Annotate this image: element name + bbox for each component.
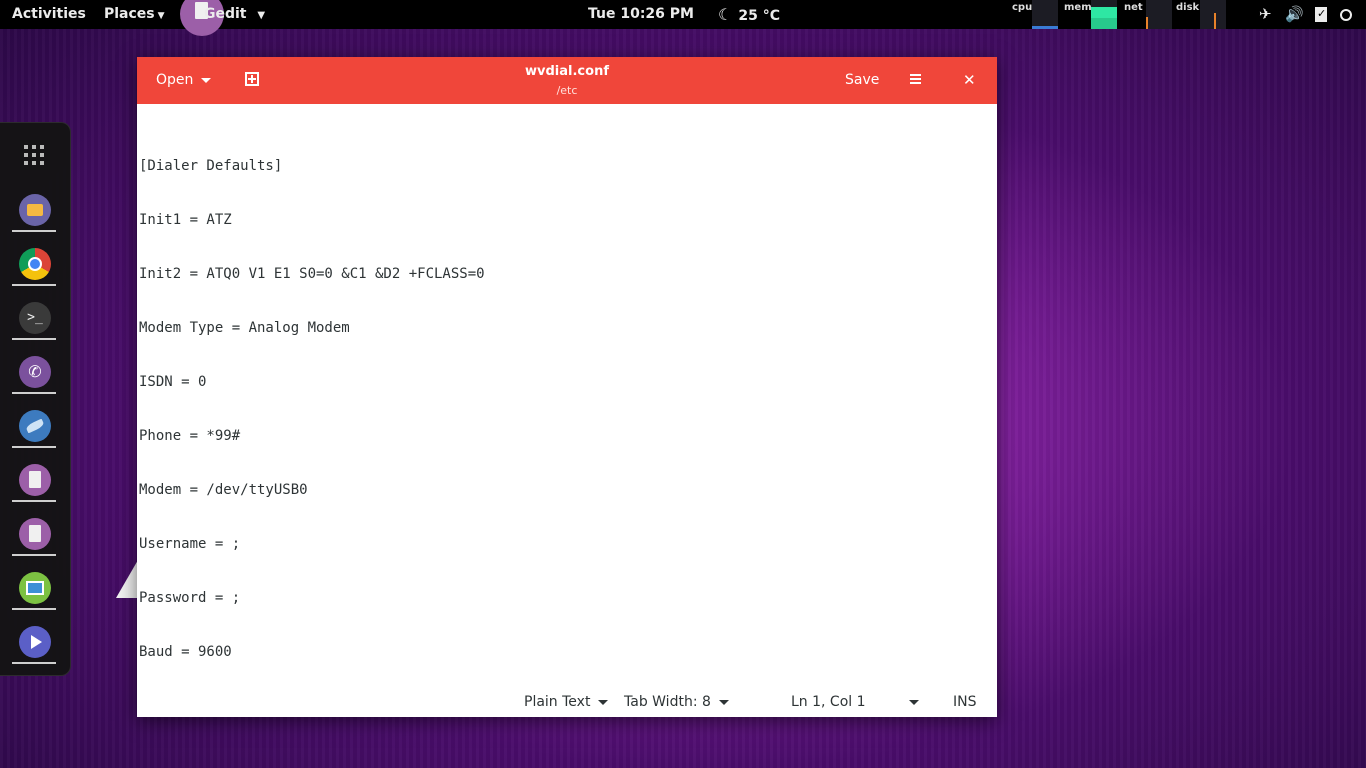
dock-separator xyxy=(12,608,56,610)
gedit-window: Open wvdial.conf /etc Save ✕ [Dialer Def… xyxy=(137,57,997,717)
viber-icon[interactable]: ✆ xyxy=(19,356,51,388)
editor-line: Init1 = ATZ xyxy=(139,212,232,228)
disk-monitor[interactable]: disk xyxy=(1176,0,1226,29)
editor-line: Init2 = ATQ0 V1 E1 S0=0 &C1 &D2 +FCLASS=… xyxy=(139,266,485,282)
language-selector[interactable]: Plain Text xyxy=(524,687,609,717)
header-bar: Open wvdial.conf /etc Save ✕ xyxy=(137,57,997,104)
editor-line: ISDN = 0 xyxy=(139,374,207,390)
chevron-down-icon xyxy=(909,700,919,705)
tab-width-selector[interactable]: Tab Width: 8 xyxy=(624,687,729,717)
text-editor[interactable]: [Dialer Defaults] Init1 = ATZ Init2 = AT… xyxy=(139,121,989,701)
dock-separator xyxy=(12,284,56,286)
dock-separator xyxy=(12,392,56,394)
insert-mode-indicator[interactable]: INS xyxy=(953,687,977,717)
disk-label: disk xyxy=(1176,2,1200,13)
cpu-monitor[interactable]: cpu xyxy=(1012,0,1060,29)
top-panel: Activities Places ▼ Gedit ▼ Tue 10:26 PM … xyxy=(0,0,1366,36)
hamburger-menu-icon[interactable] xyxy=(910,74,921,85)
cursor-position-label: Ln 1, Col 1 xyxy=(791,694,866,710)
status-bar: Plain Text Tab Width: 8 Ln 1, Col 1 INS xyxy=(137,687,997,717)
editor-line: [Dialer Defaults] xyxy=(139,158,283,174)
files-icon[interactable] xyxy=(19,194,51,226)
editor-line: Password = ; xyxy=(139,590,241,606)
cursor-position-selector[interactable]: Ln 1, Col 1 xyxy=(791,687,921,717)
disk-graph xyxy=(1200,0,1226,29)
weather-temperature: 25 °C xyxy=(738,8,780,24)
editor-line: Modem = /dev/ttyUSB0 xyxy=(139,482,308,498)
chevron-down-icon: ▼ xyxy=(257,10,266,21)
network-graph xyxy=(1146,0,1172,29)
cpu-graph xyxy=(1032,0,1058,29)
close-button[interactable]: ✕ xyxy=(963,57,976,104)
editor-line: Phone = *99# xyxy=(139,428,241,444)
image-viewer-icon[interactable] xyxy=(19,572,51,604)
moon-icon: ☾ xyxy=(718,5,733,24)
editor-line: Modem Type = Analog Modem xyxy=(139,320,350,336)
show-applications-icon[interactable] xyxy=(24,145,46,167)
mem-label: mem xyxy=(1064,2,1092,13)
dock-separator xyxy=(12,500,56,502)
weather-indicator[interactable]: ☾ 25 °C xyxy=(718,0,780,29)
app-menu-label: Gedit xyxy=(204,6,247,22)
gedit-icon[interactable] xyxy=(19,464,51,496)
gedit-icon[interactable] xyxy=(19,518,51,550)
app-menu[interactable]: Gedit ▼ xyxy=(180,0,265,36)
wireshark-icon[interactable] xyxy=(19,410,51,442)
terminal-icon[interactable]: >_ xyxy=(19,302,51,334)
dock-separator xyxy=(12,338,56,340)
chevron-down-icon xyxy=(718,699,729,705)
net-label: net xyxy=(1124,2,1143,13)
airplane-mode-icon[interactable]: ✈ xyxy=(1259,0,1272,29)
dock-separator xyxy=(12,662,56,664)
dock-separator xyxy=(12,230,56,232)
chevron-down-icon: ▼ xyxy=(157,11,165,21)
chrome-icon[interactable] xyxy=(19,248,51,280)
cpu-label: cpu xyxy=(1012,2,1033,13)
editor-line: Baud = 9600 xyxy=(139,644,232,660)
clock[interactable]: Tue 10:26 PM xyxy=(588,0,694,29)
places-menu[interactable]: Places ▼ xyxy=(104,0,165,29)
desktop-paper-corner xyxy=(116,560,138,598)
editor-line: Username = ; xyxy=(139,536,241,552)
volume-icon[interactable]: 🔊 xyxy=(1285,0,1304,29)
chevron-down-icon xyxy=(598,699,609,705)
activities-button[interactable]: Activities xyxy=(12,0,86,29)
network-monitor[interactable]: net xyxy=(1124,0,1172,29)
dock-separator xyxy=(12,446,56,448)
tab-width-label: Tab Width: 8 xyxy=(624,694,711,710)
memory-monitor[interactable]: mem xyxy=(1064,0,1118,29)
dock-separator xyxy=(12,554,56,556)
places-label: Places xyxy=(104,6,155,22)
video-player-icon[interactable] xyxy=(19,626,51,658)
save-button[interactable]: Save xyxy=(845,57,879,104)
memory-graph xyxy=(1091,0,1117,29)
power-icon[interactable] xyxy=(1340,0,1352,29)
clipboard-check-icon[interactable]: ✓ xyxy=(1315,0,1327,29)
language-label: Plain Text xyxy=(524,694,591,710)
dash-dock: >_ ✆ xyxy=(0,122,71,676)
